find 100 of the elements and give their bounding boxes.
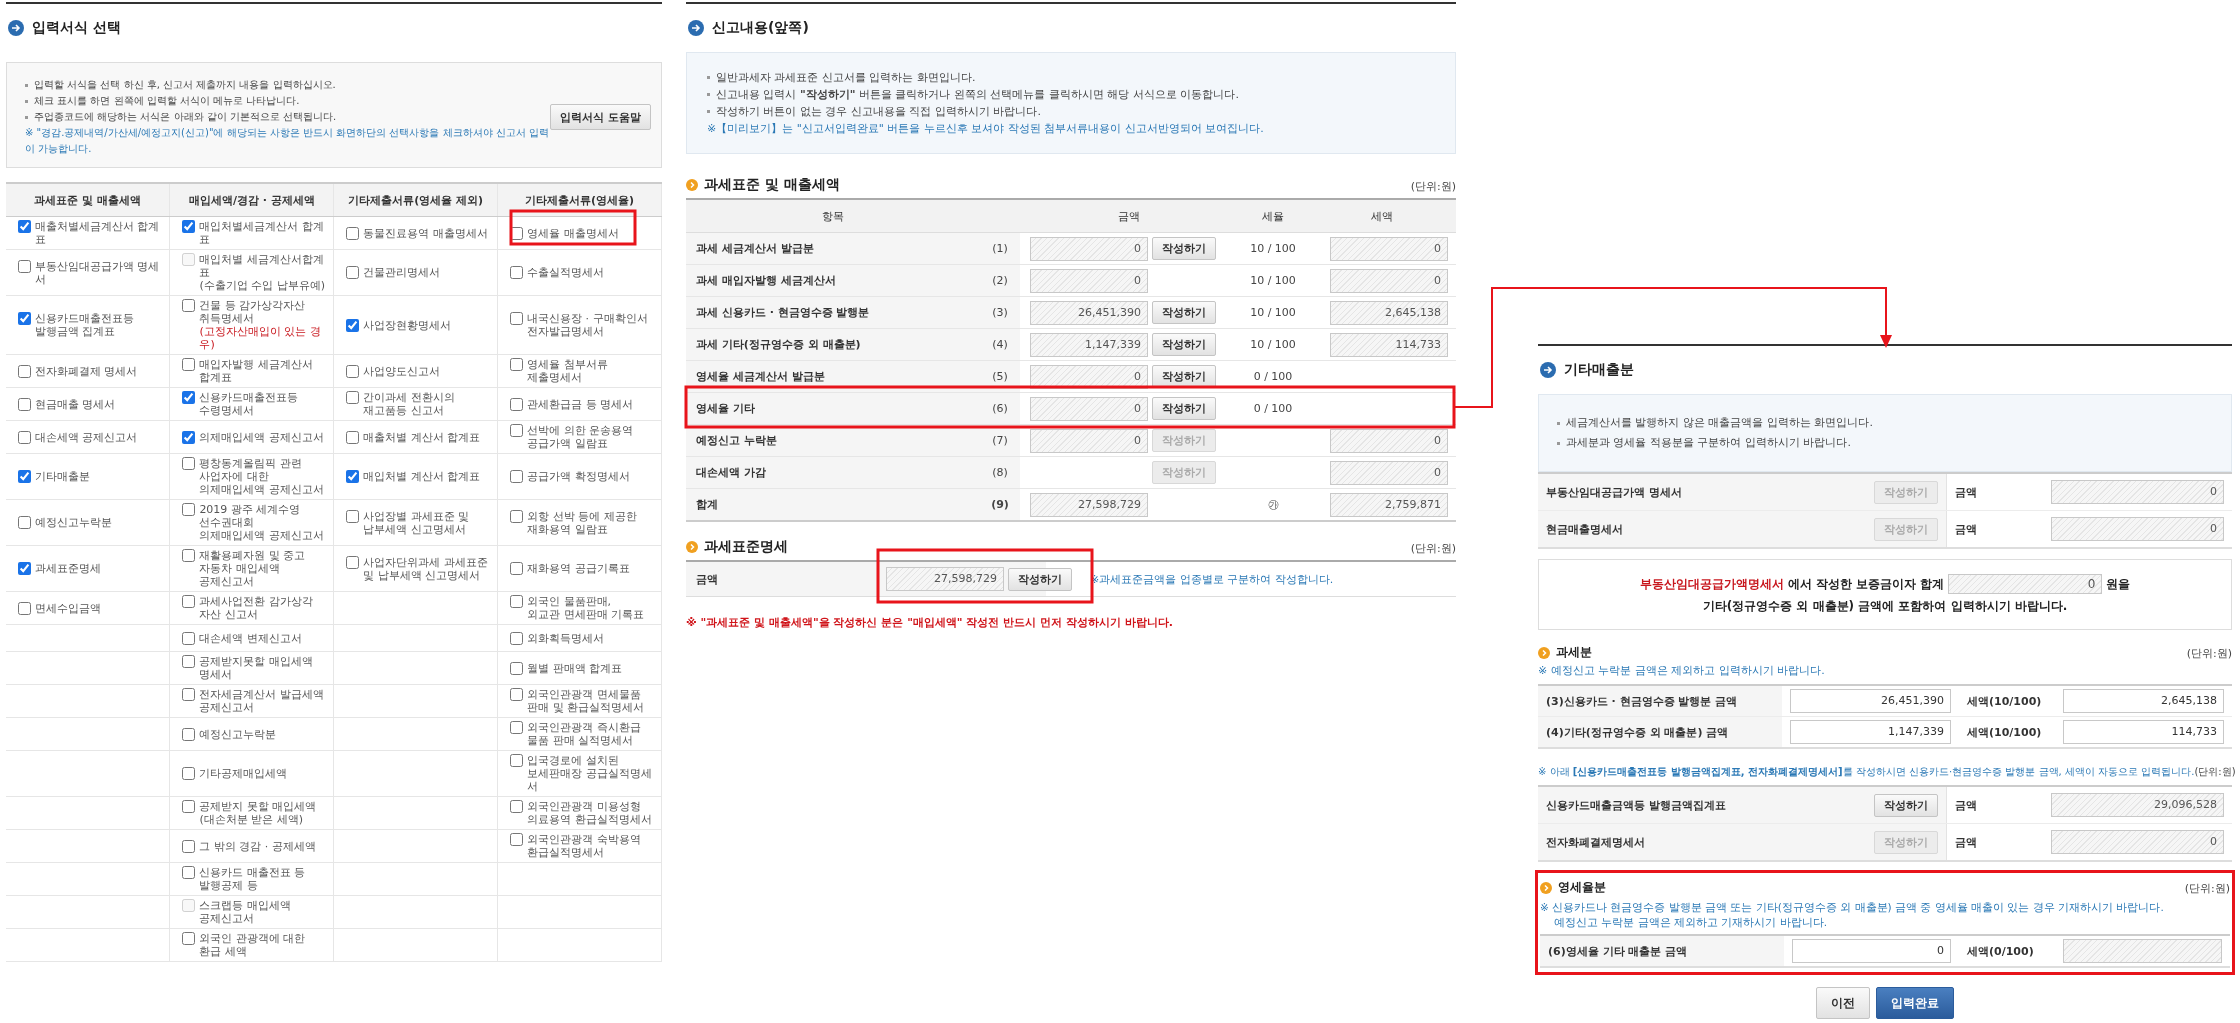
line-number: (1) [992, 242, 1008, 255]
write-button[interactable]: 작성하기 [1008, 567, 1072, 591]
tax-field[interactable]: 114,733 [2063, 720, 2224, 744]
form-option-label[interactable]: 사업장현황명세서 [363, 318, 452, 332]
form-option-label[interactable]: 입국경로에 설치된 보세판매장 공급실적명세서 [527, 754, 655, 793]
amount-field[interactable]: 27,598,729 [886, 567, 1004, 591]
write-button[interactable]: 작성하기 [1152, 333, 1216, 356]
amount-field[interactable]: 0 [2051, 517, 2224, 541]
form-option-label[interactable]: 월별 판매액 합계표 [527, 661, 623, 675]
form-option-label[interactable]: 선박에 의한 운송용역 공급가액 일람표 [527, 424, 634, 450]
previous-button[interactable]: 이전 [1816, 987, 1870, 1019]
amount-field[interactable]: 1,147,339 [1030, 332, 1148, 357]
form-option-label[interactable]: 기타매출분 [35, 470, 90, 483]
amount-field[interactable]: 0 [1030, 268, 1148, 293]
form-option-label[interactable]: 건물관리명세서 [363, 266, 441, 279]
form-option-label[interactable]: 사업장별 과세표준 및 납부세액 신고명세서 [363, 509, 470, 536]
write-button[interactable]: 작성하기 [1152, 301, 1216, 324]
notice-text: 에서 작성한 보증금이자 합계 [1787, 575, 1945, 593]
form-option-label[interactable]: 재화용역 공급기록표 [527, 562, 630, 575]
row-label: 합계 [696, 498, 718, 511]
form-option-label[interactable]: 사업자단위과세 과세표준 및 납부세액 신고명세서 [363, 555, 488, 582]
amount-field[interactable]: 0 [1030, 428, 1148, 453]
amount-field[interactable]: 0 [1030, 236, 1148, 261]
form-option-label[interactable]: 전자세금계산서 발급세액 공제신고서 [199, 688, 324, 714]
form-option-label[interactable]: 매입처별세금계산서 합계표 [199, 220, 328, 246]
tax-field[interactable]: 114,733 [1330, 332, 1448, 357]
form-option-label[interactable]: 간이과세 전환시의 재고품등 신고서 [363, 391, 455, 417]
write-button[interactable]: 작성하기 [1874, 793, 1938, 817]
form-option-label[interactable]: 외국인관광객 미용성형 의료용역 환급실적명세서 [527, 800, 652, 826]
tax-field[interactable]: 2,759,871 [1330, 492, 1448, 517]
notice-text: 기타(정규영수증 외 매출분) 금액에 포함하여 입력하시기 바랍니다. [1702, 598, 2068, 615]
form-option-label[interactable]: 수출실적명세서 [527, 266, 605, 279]
form-option-label[interactable]: 신용카드매출전표등 발행금액 집계표 [35, 312, 134, 338]
form-option-label[interactable]: 외화획득명세서 [527, 631, 605, 645]
form-option-label[interactable]: 신용카드매출전표등 수령명세서 [199, 391, 299, 417]
form-option-label[interactable]: 공제받지못할 매입세액 명세서 [199, 655, 313, 681]
form-option-label[interactable]: 매출처별세금계산서 합계표 [35, 220, 164, 246]
form-option-label[interactable]: 신용카드 매출전표 등 발행공제 등 [199, 866, 306, 892]
amount-field[interactable]: 29,096,528 [2051, 793, 2224, 817]
unit-label: (단위:원) [1410, 179, 1456, 194]
form-option-label[interactable]: 전자화폐결제 명세서 [35, 364, 138, 378]
form-option-label[interactable]: 외국인관광객 즉시환급 물품 판매 실적명세서 [527, 721, 641, 747]
form-option-label[interactable]: 그 밖의 경감 · 공제세액 [199, 839, 316, 853]
amount-field[interactable]: 1,147,339 [1790, 720, 1951, 744]
tax-field[interactable]: 2,645,138 [1330, 300, 1448, 325]
amount-field[interactable]: 0 [1792, 939, 1951, 963]
amount-field[interactable]: 0 [1030, 364, 1148, 389]
form-option-label[interactable]: 매입자발행 세금계산서 합계표 [199, 358, 313, 384]
form-option-label[interactable]: 영세율 매출명세서 [527, 226, 619, 240]
write-button[interactable]: 작성하기 [1152, 237, 1216, 260]
field-label: 세액(10/100) [1967, 694, 2042, 708]
tax-field[interactable]: 2,645,138 [2063, 689, 2224, 713]
amount-field[interactable]: 0 [2051, 830, 2224, 854]
form-option-label[interactable]: 사업양도신고서 [363, 364, 441, 378]
form-option-label[interactable]: 매입처별 계산서 합계표 [363, 470, 481, 483]
form-name: 부동산임대공급가액명세서 [1639, 575, 1784, 593]
form-option-label[interactable]: 내국신용장 · 구매확인서 전자발급명세서 [527, 312, 648, 338]
form-option-label[interactable]: 외국인 물품판매, 외교관 면세판매 기록표 [527, 595, 645, 621]
form-option-label[interactable]: 영세율 첨부서류 제출명세서 [527, 358, 608, 384]
form-option-label[interactable]: 면세수입금액 [35, 601, 101, 615]
row-label: 전자화폐결제명세서 [1546, 834, 1645, 850]
form-option-label[interactable]: 평창동계올림픽 관련 사업자에 대한 의제매입세액 공제신고서 [199, 457, 324, 496]
form-option-label[interactable]: 공급가액 확정명세서 [527, 470, 630, 483]
form-option-label[interactable]: 부동산임대공급가액 명세서 [35, 259, 164, 286]
form-option-label[interactable]: 재활용폐자원 및 중고 자동차 매입세액 공제신고서 [199, 549, 306, 588]
amount-field[interactable]: 0 [2051, 480, 2224, 504]
form-option-label[interactable]: 대손세액 공제신고서 [35, 430, 138, 444]
form-option-label[interactable]: 매출처별 계산서 합계표 [363, 430, 481, 444]
form-option-label[interactable]: 건물 등 감가상각자산 취득명세서 (고정자산매입이 있는 경우) [199, 299, 328, 351]
amount-field[interactable]: 26,451,390 [1030, 300, 1148, 325]
tax-field[interactable]: 0 [1330, 268, 1448, 293]
amount-field[interactable]: 26,451,390 [1790, 689, 1951, 713]
form-option-label[interactable]: 예정신고누락분 [199, 727, 277, 741]
form-option-label[interactable]: 과세사업전환 감가상각 자산 신고서 [199, 595, 313, 621]
tax-field[interactable]: 0 [1330, 460, 1448, 485]
field-label: 금액 [1955, 798, 1977, 812]
write-button[interactable]: 작성하기 [1152, 365, 1216, 388]
form-option-label[interactable]: 관세환급금 등 명세서 [527, 397, 634, 411]
amount-field[interactable]: 0 [1030, 396, 1148, 421]
form-option-label[interactable]: 외항 선박 등에 제공한 재화용역 일람표 [527, 509, 637, 536]
form-option-label[interactable]: 예정신고누락분 [35, 516, 112, 529]
form-option-label[interactable]: 과세표준명세 [35, 562, 101, 575]
submit-button[interactable]: 입력완료 [1876, 987, 1954, 1019]
form-option-label[interactable]: 외국인관광객 숙박용역 환급실적명세서 [527, 833, 641, 859]
form-option-label[interactable]: 2019 광주 세계수영 선수권대회 의제매입세액 공제신고서 [199, 503, 324, 542]
amount-field[interactable]: 27,598,729 [1030, 492, 1148, 517]
tax-field[interactable]: 0 [1330, 428, 1448, 453]
tax-field[interactable]: 0 [1330, 236, 1448, 261]
form-option-label[interactable]: 외국인 관광객에 대한 환급 세액 [199, 932, 306, 958]
write-button[interactable]: 작성하기 [1152, 397, 1216, 420]
form-option-label[interactable]: 외국인관광객 면세물품 판매 및 환급실적명세서 [527, 688, 645, 714]
form-option-label[interactable]: 기타공제매입세액 [199, 767, 288, 780]
amount-field[interactable]: 0 [1948, 574, 2103, 594]
form-option-label[interactable]: 공제받지 못할 매입세액 (대손처분 받은 세액) [199, 800, 317, 826]
form-option-label[interactable]: 대손세액 변제신고서 [199, 631, 302, 645]
form-option-label[interactable]: 현금매출 명세서 [35, 397, 116, 411]
form-option-label[interactable]: 의제매입세액 공제신고서 [199, 430, 324, 444]
unit-label: (단위:원) [2194, 765, 2236, 779]
form-option-label[interactable]: 동물진료용역 매출명세서 [363, 226, 488, 240]
help-button[interactable]: 입력서식 도움말 [550, 104, 651, 130]
